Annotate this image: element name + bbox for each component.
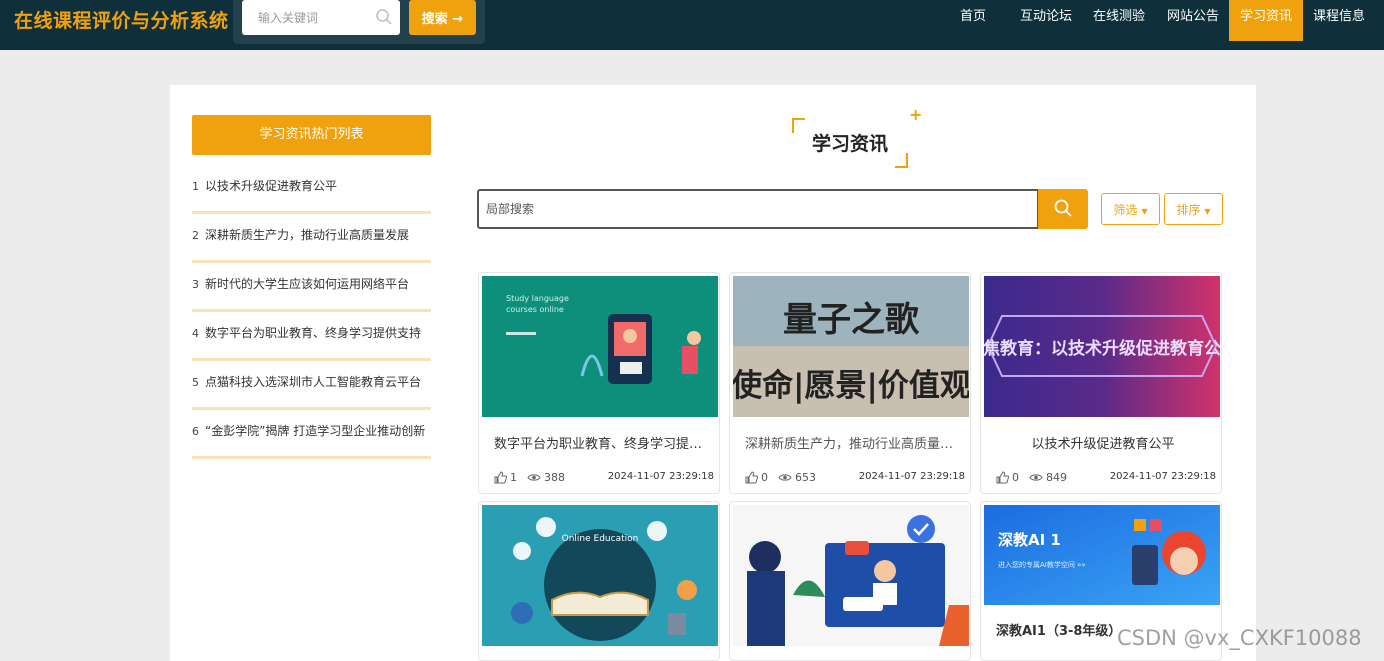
- eye-icon: [778, 474, 792, 481]
- thumb-caption: 进入您的专属AI教学空间 »»: [998, 560, 1086, 569]
- filter-label: 筛选: [1113, 202, 1138, 217]
- hot-list-item[interactable]: 5 点猫科技入选深圳市人工智能教育云平台: [192, 361, 431, 410]
- watermark: CSDN @vx_CXKF10088: [1117, 626, 1362, 650]
- hot-item-title[interactable]: 数字平台为职业教育、终身学习提供支持: [205, 324, 429, 341]
- news-card[interactable]: [729, 501, 971, 661]
- caret-down-icon: ▼: [1204, 206, 1211, 216]
- section-title-text: 学习资讯: [811, 133, 888, 155]
- search-icon: [376, 9, 392, 25]
- thumb-caption: 深教AI 1: [998, 531, 1061, 549]
- like-count: 0: [1012, 471, 1019, 484]
- publish-time: 2024-11-07 23:29:18: [858, 471, 965, 482]
- thumbs-up-icon[interactable]: [494, 471, 507, 484]
- filter-dropdown[interactable]: 筛选 ▼: [1101, 193, 1160, 225]
- hot-item-num: 2: [192, 229, 199, 242]
- hot-list-header: 学习资讯热门列表: [192, 115, 431, 155]
- like-count: 0: [761, 471, 768, 484]
- nav-course[interactable]: 课程信息: [1306, 0, 1372, 41]
- card-thumbnail[interactable]: 深教AI 1 进入您的专属AI教学空间 »»: [984, 505, 1220, 605]
- nav-home[interactable]: 首页: [947, 0, 999, 41]
- hot-list-item[interactable]: 4 数字平台为职业教育、终身学习提供支持: [192, 312, 431, 361]
- hot-item-title[interactable]: “金彭学院”揭牌 打造学习型企业推动创新: [205, 422, 429, 439]
- view-count: 653: [795, 471, 816, 484]
- thumb-caption: Study language: [506, 294, 569, 303]
- hot-list-item[interactable]: 2 深耕新质生产力，推动行业高质量发展: [192, 214, 431, 263]
- hot-item-title[interactable]: 新时代的大学生应该如何运用网络平台: [205, 275, 429, 292]
- hot-item-num: 6: [192, 425, 199, 438]
- local-search-button[interactable]: [1038, 189, 1088, 229]
- card-title[interactable]: 深耕新质生产力，推动行业高质量发展: [745, 433, 959, 452]
- news-card[interactable]: 聚焦教育：以技术升级促进教育公平 以技术升级促进教育公平 0 849 2024-…: [980, 272, 1222, 494]
- card-thumbnail[interactable]: Study language courses online: [482, 276, 718, 417]
- thumb-caption: 量子之歌: [783, 300, 920, 340]
- hot-list-item[interactable]: 1 以技术升级促进教育公平: [192, 165, 431, 214]
- hot-item-num: 5: [192, 376, 199, 389]
- card-thumbnail[interactable]: [733, 505, 969, 646]
- card-title[interactable]: 数字平台为职业教育、终身学习提供支持: [494, 433, 708, 452]
- eye-icon: [527, 474, 541, 481]
- site-title[interactable]: 在线课程评价与分析系统: [14, 6, 229, 33]
- card-meta: 0 849 2024-11-07 23:29:18: [996, 471, 1216, 485]
- card-title[interactable]: 以技术升级促进教育公平: [996, 433, 1210, 452]
- sort-dropdown[interactable]: 排序 ▼: [1164, 193, 1223, 225]
- news-card[interactable]: Study language courses online 数字平台为职业教育、…: [478, 272, 720, 494]
- hot-item-num: 3: [192, 278, 199, 291]
- thumbs-up-icon[interactable]: [745, 471, 758, 484]
- caret-down-icon: ▼: [1141, 206, 1148, 216]
- card-meta: 1 388 2024-11-07 23:29:18: [494, 471, 714, 485]
- section-title: 学习资讯: [792, 118, 908, 168]
- view-count: 849: [1046, 471, 1067, 484]
- hot-item-num: 1: [192, 180, 199, 193]
- sort-label: 排序: [1176, 202, 1201, 217]
- view-count: 388: [544, 471, 565, 484]
- hot-list-item[interactable]: 6 “金彭学院”揭牌 打造学习型企业推动创新: [192, 410, 431, 459]
- publish-time: 2024-11-07 23:29:18: [1109, 471, 1216, 482]
- local-search-input[interactable]: [477, 189, 1039, 229]
- publish-time: 2024-11-07 23:29:18: [607, 471, 714, 482]
- thumb-caption: 使命|愿景|价值观: [733, 368, 969, 404]
- card-meta: 0 653 2024-11-07 23:29:18: [745, 471, 965, 485]
- nav-news[interactable]: 学习资讯: [1229, 0, 1303, 41]
- hot-item-title[interactable]: 深耕新质生产力，推动行业高质量发展: [205, 226, 429, 243]
- search-button[interactable]: 搜索 →: [409, 0, 476, 35]
- content-panel: 学习资讯热门列表 1 以技术升级促进教育公平 2 深耕新质生产力，推动行业高质量…: [170, 85, 1256, 661]
- card-thumbnail[interactable]: 量子之歌 使命|愿景|价值观: [733, 276, 969, 417]
- card-thumbnail[interactable]: Online Education: [482, 505, 718, 646]
- thumb-caption: Online Education: [562, 534, 639, 544]
- hot-item-title[interactable]: 以技术升级促进教育公平: [205, 177, 429, 194]
- eye-icon: [1029, 474, 1043, 481]
- plus-icon: +: [909, 105, 923, 124]
- top-navbar: 在线课程评价与分析系统 搜索 → 首页 互动论坛 在线测验 网站公告 学习资讯 …: [0, 0, 1384, 50]
- news-card[interactable]: 量子之歌 使命|愿景|价值观 深耕新质生产力，推动行业高质量发展 0 653 2…: [729, 272, 971, 494]
- thumb-caption: courses online: [506, 305, 564, 314]
- news-card[interactable]: Online Education: [478, 501, 720, 661]
- hot-list: 1 以技术升级促进教育公平 2 深耕新质生产力，推动行业高质量发展 3 新时代的…: [192, 165, 431, 459]
- nav-quiz[interactable]: 在线测验: [1087, 0, 1151, 41]
- header-search: 搜索 →: [233, 0, 485, 44]
- hot-item-title[interactable]: 点猫科技入选深圳市人工智能教育云平台: [205, 373, 429, 390]
- like-count: 1: [510, 471, 517, 484]
- thumbs-up-icon[interactable]: [996, 471, 1009, 484]
- nav-forum[interactable]: 互动论坛: [1013, 0, 1079, 41]
- nav-notice[interactable]: 网站公告: [1160, 0, 1226, 41]
- hot-item-num: 4: [192, 327, 199, 340]
- hot-list-item[interactable]: 3 新时代的大学生应该如何运用网络平台: [192, 263, 431, 312]
- card-thumbnail[interactable]: 聚焦教育：以技术升级促进教育公平: [984, 276, 1220, 417]
- thumb-caption: 聚焦教育：以技术升级促进教育公平: [984, 338, 1220, 359]
- search-icon: [1054, 199, 1072, 217]
